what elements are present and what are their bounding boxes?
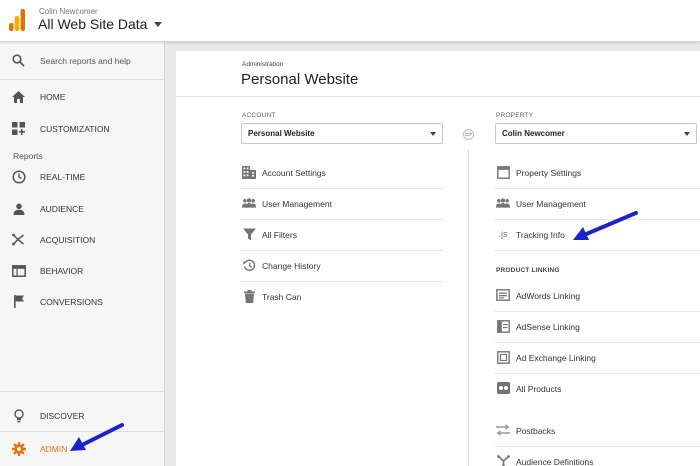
row-label: All Products	[516, 383, 562, 394]
sidebar-item-label: DISCOVER	[40, 410, 85, 421]
sidebar-item-realtime[interactable]: REAL-TIME	[0, 161, 165, 192]
trash-icon	[242, 289, 256, 303]
row-label: User Management	[262, 198, 332, 209]
sidebar-item-acquisition[interactable]: ACQUISITION	[0, 224, 165, 255]
row-label: AdWords Linking	[516, 290, 581, 301]
swap-arrows-icon	[465, 132, 472, 136]
property-select[interactable]: Colin Newcomer	[495, 123, 697, 144]
caret-down-icon	[684, 132, 690, 136]
sidebar-item-audience[interactable]: AUDIENCE	[0, 193, 165, 224]
audience-definitions-link[interactable]: Audience Definitions	[494, 446, 700, 466]
sidebar-item-label: ADMIN	[40, 443, 68, 454]
sidebar-item-label: HOME	[40, 91, 66, 102]
page-title: Personal Website	[241, 71, 359, 88]
postbacks-link[interactable]: Postbacks	[494, 415, 700, 446]
history-icon	[242, 258, 256, 272]
person-icon	[11, 201, 26, 216]
account-user-management-link[interactable]: User Management	[240, 188, 443, 219]
flag-icon	[11, 294, 26, 309]
lightbulb-icon	[11, 408, 26, 423]
account-select[interactable]: Personal Website	[241, 123, 443, 144]
view-selector[interactable]: All Web Site Data	[38, 16, 163, 32]
acquisition-icon	[11, 232, 26, 247]
analytics-logo-icon[interactable]	[9, 9, 25, 31]
column-nav-button[interactable]	[463, 129, 474, 140]
javascript-icon: .js	[498, 228, 508, 239]
account-select-value: Personal Website	[248, 129, 315, 138]
sidebar-item-label: CUSTOMIZATION	[40, 123, 110, 134]
dashboard-icon	[11, 121, 26, 136]
divider	[0, 391, 165, 392]
filter-icon	[242, 227, 256, 241]
admin-header: Administration Personal Website	[176, 51, 700, 97]
divider	[494, 250, 700, 251]
row-label: Ad Exchange Linking	[516, 352, 596, 363]
row-label: All Filters	[262, 229, 297, 240]
ad-exchange-icon	[496, 350, 510, 364]
adsense-icon	[496, 319, 510, 333]
search-placeholder: Search reports and help	[40, 55, 131, 66]
reports-heading: Reports	[13, 151, 43, 161]
sidebar-item-label: REAL-TIME	[40, 171, 86, 182]
admin-panel: Administration Personal Website ACCOUNT …	[176, 51, 700, 466]
sidebar-item-behavior[interactable]: BEHAVIOR	[0, 255, 165, 286]
sidebar: Search reports and help HOME CUSTOMIZATI…	[0, 42, 165, 466]
sidebar-item-customization[interactable]: CUSTOMIZATION	[0, 113, 165, 144]
caret-down-icon	[430, 132, 436, 136]
sidebar-item-label: CONVERSIONS	[40, 296, 103, 307]
change-history-link[interactable]: Change History	[240, 250, 443, 281]
sidebar-item-label: AUDIENCE	[40, 203, 84, 214]
people-icon	[242, 196, 256, 210]
top-bar: Colin Newcomer All Web Site Data	[0, 0, 700, 42]
building-icon	[242, 165, 256, 179]
row-label: Change History	[262, 260, 321, 271]
row-label: Postbacks	[516, 425, 556, 436]
product-linking-heading: PRODUCT LINKING	[496, 267, 560, 274]
property-settings-icon	[496, 165, 510, 179]
row-label: Account Settings	[262, 167, 326, 178]
people-icon	[496, 196, 510, 210]
account-settings-link[interactable]: Account Settings	[240, 157, 443, 188]
divider	[0, 79, 165, 80]
clock-icon	[11, 169, 26, 184]
account-column-heading: ACCOUNT	[242, 112, 276, 119]
caret-down-icon	[154, 21, 163, 27]
account-name: Colin Newcomer	[39, 7, 98, 16]
adsense-linking-link[interactable]: AdSense Linking	[494, 311, 700, 342]
property-select-value: Colin Newcomer	[502, 129, 565, 138]
sidebar-item-label: BEHAVIOR	[40, 265, 84, 276]
property-settings-link[interactable]: Property Settings	[494, 157, 700, 188]
postbacks-icon	[496, 423, 510, 437]
row-label: AdSense Linking	[516, 321, 580, 332]
search-reports-input[interactable]: Search reports and help	[0, 45, 165, 76]
row-label: Tracking Info	[516, 229, 565, 240]
annotation-arrow-icon	[573, 211, 638, 240]
search-icon	[11, 53, 26, 68]
audience-definitions-icon	[496, 454, 510, 466]
home-icon	[11, 89, 26, 104]
adwords-icon	[496, 288, 510, 302]
row-label: User Management	[516, 198, 586, 209]
sidebar-item-conversions[interactable]: CONVERSIONS	[0, 286, 165, 317]
trash-can-link[interactable]: Trash Can	[240, 281, 443, 312]
row-label: Audience Definitions	[516, 456, 594, 466]
window-icon	[11, 263, 26, 278]
ad-exchange-linking-link[interactable]: Ad Exchange Linking	[494, 342, 700, 373]
breadcrumb: Administration	[242, 61, 284, 68]
adwords-linking-link[interactable]: AdWords Linking	[494, 280, 700, 311]
sidebar-item-label: ACQUISITION	[40, 234, 96, 245]
gear-icon	[11, 441, 26, 456]
all-products-icon	[496, 381, 510, 395]
column-separator	[468, 149, 469, 466]
property-column-heading: PROPERTY	[496, 112, 534, 119]
all-products-link[interactable]: All Products	[494, 373, 700, 404]
row-label: Trash Can	[262, 291, 302, 302]
all-filters-link[interactable]: All Filters	[240, 219, 443, 250]
row-label: Property Settings	[516, 167, 582, 178]
sidebar-item-home[interactable]: HOME	[0, 81, 165, 112]
annotation-arrow-icon	[70, 423, 124, 451]
view-name: All Web Site Data	[38, 16, 148, 32]
